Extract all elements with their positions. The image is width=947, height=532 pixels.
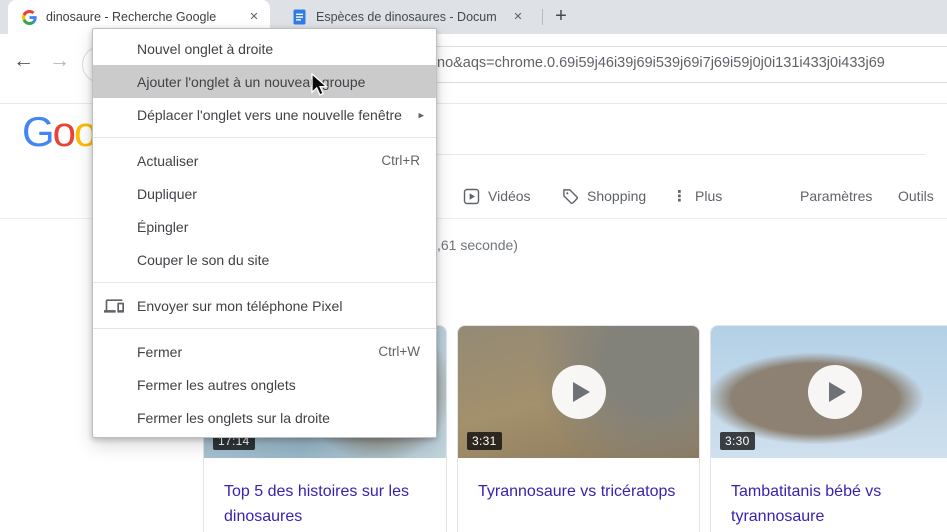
browser-window: dinosaure - Recherche Google ✕ Espèces d… xyxy=(0,0,947,532)
filter-tab-plus[interactable]: ⋮ Plus xyxy=(672,186,722,206)
video-card: 3:31 Tyrannosaure vs tricératops xyxy=(457,325,700,532)
logo-letter: G xyxy=(22,108,55,155)
filter-label: Plus xyxy=(695,188,723,204)
close-tab-icon[interactable]: ✕ xyxy=(245,8,263,26)
google-docs-icon xyxy=(291,9,307,25)
menu-item-duplicate[interactable]: Dupliquer xyxy=(93,177,436,210)
menu-separator xyxy=(93,328,436,329)
shortcut-label: Ctrl+W xyxy=(378,344,420,359)
tab-divider xyxy=(542,9,543,25)
video-title-link[interactable]: Top 5 des histoires sur les dinosaures xyxy=(224,479,410,529)
video-duration: 3:30 xyxy=(720,432,755,450)
menu-separator xyxy=(93,137,436,138)
menu-item-mute-site[interactable]: Couper le son du site xyxy=(93,243,436,276)
play-icon xyxy=(829,382,846,402)
filter-label: Shopping xyxy=(587,188,647,204)
settings-link[interactable]: Paramètres xyxy=(800,186,872,206)
menu-item-move-tab-to-window[interactable]: Déplacer l'onglet vers une nouvelle fenê… xyxy=(93,98,436,131)
filter-label: Paramètres xyxy=(800,188,873,204)
video-duration: 3:31 xyxy=(467,432,502,450)
filter-label: Vidéos xyxy=(488,188,531,204)
menu-item-close-tabs-to-right[interactable]: Fermer les onglets sur la droite xyxy=(93,401,436,434)
logo-letter: o xyxy=(52,108,76,155)
filter-tab-videos[interactable]: Vidéos xyxy=(463,186,531,206)
forward-icon[interactable]: → xyxy=(49,49,70,73)
more-vert-icon: ⋮ xyxy=(672,188,687,205)
play-button[interactable] xyxy=(808,365,862,419)
video-card: 3:30 Tambatitanis bébé vs tyrannosaure xyxy=(710,325,947,532)
tools-link[interactable]: Outils xyxy=(898,186,934,206)
tag-icon xyxy=(563,188,578,204)
menu-item-new-tab-right[interactable]: Nouvel onglet à droite xyxy=(93,32,436,65)
back-icon[interactable]: ← xyxy=(13,49,34,73)
video-icon xyxy=(463,188,480,204)
menu-item-pin[interactable]: Épingler xyxy=(93,210,436,243)
play-icon xyxy=(572,382,590,402)
submenu-arrow-icon: ▸ xyxy=(418,109,424,121)
filter-tab-shopping[interactable]: Shopping xyxy=(562,186,646,206)
mouse-cursor xyxy=(310,72,332,102)
menu-item-send-to-pixel[interactable]: Envoyer sur mon téléphone Pixel xyxy=(93,289,436,322)
tab-title: Espèces de dinosaures - Docum xyxy=(316,10,497,24)
result-stats: ,61 seconde) xyxy=(437,237,518,253)
video-title-link[interactable]: Tyrannosaure vs tricératops xyxy=(478,479,683,504)
new-tab-button[interactable]: + xyxy=(549,5,573,29)
shortcut-label: Ctrl+R xyxy=(381,153,420,168)
tab-context-menu: Nouvel onglet à droite Ajouter l'onglet … xyxy=(92,28,437,438)
video-thumbnail[interactable]: 3:30 xyxy=(711,326,947,458)
play-button[interactable] xyxy=(551,365,606,419)
menu-item-close[interactable]: Fermer Ctrl+W xyxy=(93,335,436,368)
close-tab-icon[interactable]: ✕ xyxy=(509,8,527,26)
send-to-device-icon xyxy=(104,296,124,319)
tab-title: dinosaure - Recherche Google xyxy=(46,10,217,24)
menu-item-add-tab-to-group[interactable]: Ajouter l'onglet à un nouveau groupe xyxy=(93,65,436,98)
filter-label: Outils xyxy=(898,188,934,204)
menu-item-close-other-tabs[interactable]: Fermer les autres onglets xyxy=(93,368,436,401)
video-thumbnail[interactable]: 3:31 xyxy=(458,326,699,458)
url-text: no&aqs=chrome.0.69i59j46i39j69i539j69i7j… xyxy=(437,55,885,71)
menu-separator xyxy=(93,282,436,283)
menu-item-reload[interactable]: Actualiser Ctrl+R xyxy=(93,144,436,177)
google-favicon xyxy=(21,9,37,25)
video-title-link[interactable]: Tambatitanis bébé vs tyrannosaure xyxy=(731,479,893,529)
